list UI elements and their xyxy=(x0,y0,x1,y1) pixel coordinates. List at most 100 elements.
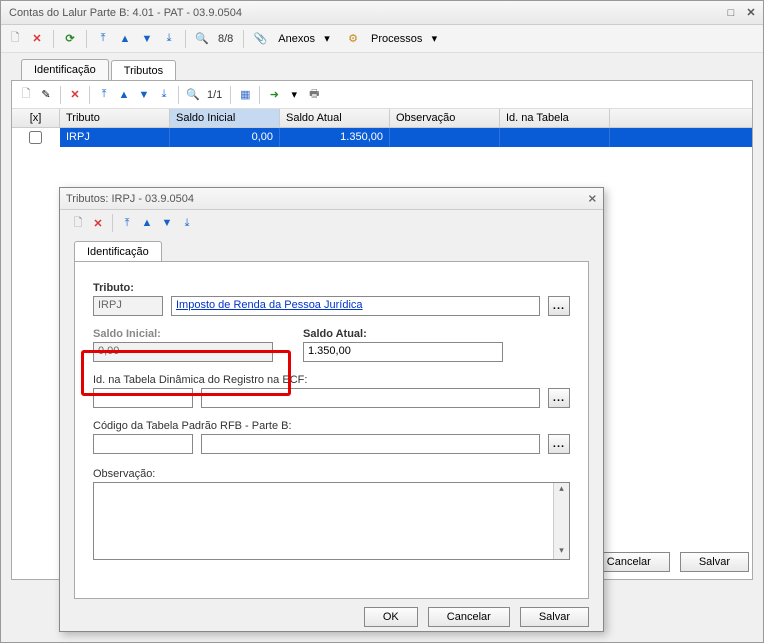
main-tabs: Identificação Tributos xyxy=(1,53,763,80)
saldo-inicial-input: 0,00 xyxy=(93,342,273,362)
prev-row-icon[interactable]: ▲ xyxy=(116,87,132,103)
col-select[interactable]: [x] xyxy=(12,109,60,127)
main-toolbar: 🗋 ✕ ⟳ ⤒ ▲ ▼ ⤓ 🔍 8/8 📎 Anexos ▾ ⚙ Process… xyxy=(1,25,763,53)
find-row-icon[interactable]: 🔍 xyxy=(185,87,201,103)
separator xyxy=(185,30,186,48)
new-icon[interactable]: 🗋 xyxy=(7,31,23,47)
dialog-close-icon[interactable]: ⨯ xyxy=(588,192,597,205)
processos-label: Processos xyxy=(371,33,422,45)
tributos-grid: [x] Tributo Saldo Inicial Saldo Atual Ob… xyxy=(12,109,752,147)
row-checkbox-cell xyxy=(12,128,60,147)
salvar-button[interactable]: Salvar xyxy=(680,552,749,572)
dlg-prev-icon[interactable]: ▲ xyxy=(139,215,155,231)
separator xyxy=(178,86,179,104)
grid-header: [x] Tributo Saldo Inicial Saldo Atual Ob… xyxy=(12,109,752,128)
scroll-up-icon[interactable]: ▴ xyxy=(554,483,569,497)
dlg-tab-identificacao[interactable]: Identificação xyxy=(74,241,162,262)
first-record-icon[interactable]: ⤒ xyxy=(95,31,111,47)
saldo-inicial-label: Saldo Inicial: xyxy=(93,328,273,340)
dialog-title: Tributos: IRPJ - 03.9.0504 xyxy=(66,193,194,205)
col-saldo-atual[interactable]: Saldo Atual xyxy=(280,109,390,127)
tributo-label: Tributo: xyxy=(93,282,570,294)
tributo-desc-link[interactable]: Imposto de Renda da Pessoa Jurídica xyxy=(176,299,363,311)
separator xyxy=(86,30,87,48)
separator xyxy=(259,86,260,104)
observacao-wrap: ▴ ▾ xyxy=(93,482,570,560)
delete-icon[interactable]: ✕ xyxy=(29,31,45,47)
gear-icon: ⚙ xyxy=(345,31,361,47)
tab-tributos[interactable]: Tributos xyxy=(111,60,176,81)
saldo-atual-label: Saldo Atual: xyxy=(303,328,503,340)
col-observacao[interactable]: Observação xyxy=(390,109,500,127)
col-id-tabela[interactable]: Id. na Tabela xyxy=(500,109,610,127)
clip-icon: 📎 xyxy=(252,31,268,47)
last-record-icon[interactable]: ⤓ xyxy=(161,31,177,47)
new-row-icon[interactable]: 🗋 xyxy=(18,87,34,103)
separator xyxy=(53,30,54,48)
print-icon[interactable]: 🖶 xyxy=(306,87,322,103)
grid-options-icon[interactable]: ▦ xyxy=(237,87,253,103)
edit-row-icon[interactable]: ✎ xyxy=(38,87,54,103)
last-row-icon[interactable]: ⤓ xyxy=(156,87,172,103)
id-ecf-desc-input[interactable] xyxy=(201,388,540,408)
close-button[interactable]: ✕ xyxy=(743,6,759,20)
anexos-dropdown[interactable]: Anexos ▾ xyxy=(274,29,339,49)
tributo-lookup-button[interactable]: ... xyxy=(548,296,570,316)
col-saldo-inicial[interactable]: Saldo Inicial xyxy=(170,109,280,127)
row-checkbox[interactable] xyxy=(29,131,42,144)
col-tributo[interactable]: Tributo xyxy=(60,109,170,127)
chevron-down-icon: ▾ xyxy=(426,31,442,47)
main-button-bar: Cancelar Salvar xyxy=(588,552,749,572)
next-row-icon[interactable]: ▼ xyxy=(136,87,152,103)
id-ecf-label: Id. na Tabela Dinâmica do Registro na EC… xyxy=(93,374,570,386)
row-saldo-inicial: 0,00 xyxy=(170,128,280,147)
separator xyxy=(60,86,61,104)
dlg-cancelar-button[interactable]: Cancelar xyxy=(428,607,510,627)
grid-row[interactable]: IRPJ 0,00 1.350,00 xyxy=(12,128,752,147)
codigo-rfb-code-input[interactable] xyxy=(93,434,193,454)
scroll-down-icon[interactable]: ▾ xyxy=(554,545,569,559)
maximize-button[interactable]: □ xyxy=(723,6,739,20)
refresh-icon[interactable]: ⟳ xyxy=(62,31,78,47)
chevron-down-icon[interactable]: ▾ xyxy=(286,87,302,103)
dlg-new-icon[interactable]: 🗋 xyxy=(70,215,86,231)
next-record-icon[interactable]: ▼ xyxy=(139,31,155,47)
first-row-icon[interactable]: ⤒ xyxy=(96,87,112,103)
window-title: Contas do Lalur Parte B: 4.01 - PAT - 03… xyxy=(5,7,723,19)
dlg-salvar-button[interactable]: Salvar xyxy=(520,607,589,627)
prev-record-icon[interactable]: ▲ xyxy=(117,31,133,47)
dialog-tabs: Identificação xyxy=(60,236,603,261)
separator xyxy=(112,214,113,232)
dlg-last-icon[interactable]: ⤓ xyxy=(179,215,195,231)
export-icon[interactable]: ➜ xyxy=(266,87,282,103)
dlg-next-icon[interactable]: ▼ xyxy=(159,215,175,231)
main-window: Contas do Lalur Parte B: 4.01 - PAT - 03… xyxy=(0,0,764,643)
delete-row-icon[interactable]: ✕ xyxy=(67,87,83,103)
dlg-ok-button[interactable]: OK xyxy=(364,607,418,627)
dialog-content: Tributo: IRPJ Imposto de Renda da Pessoa… xyxy=(74,261,589,599)
separator xyxy=(89,86,90,104)
grid-toolbar: 🗋 ✎ ✕ ⤒ ▲ ▼ ⤓ 🔍 1/1 ▦ ➜ ▾ 🖶 xyxy=(12,81,752,109)
id-ecf-code-input[interactable] xyxy=(93,388,193,408)
dlg-first-icon[interactable]: ⤒ xyxy=(119,215,135,231)
tributo-dialog: Tributos: IRPJ - 03.9.0504 ⨯ 🗋 ✕ ⤒ ▲ ▼ ⤓… xyxy=(59,187,604,632)
observacao-scrollbar[interactable]: ▴ ▾ xyxy=(553,483,569,559)
codigo-rfb-lookup-button[interactable]: ... xyxy=(548,434,570,454)
observacao-textarea[interactable] xyxy=(94,483,553,559)
id-ecf-lookup-button[interactable]: ... xyxy=(548,388,570,408)
row-counter: 1/1 xyxy=(205,89,224,101)
saldo-atual-input[interactable]: 1.350,00 xyxy=(303,342,503,362)
tab-identificacao[interactable]: Identificação xyxy=(21,59,109,80)
anexos-label: Anexos xyxy=(278,33,315,45)
dlg-delete-icon[interactable]: ✕ xyxy=(90,215,106,231)
processos-dropdown[interactable]: Processos ▾ xyxy=(367,29,446,49)
dialog-titlebar: Tributos: IRPJ - 03.9.0504 ⨯ xyxy=(60,188,603,210)
find-icon[interactable]: 🔍 xyxy=(194,31,210,47)
codigo-rfb-label: Código da Tabela Padrão RFB - Parte B: xyxy=(93,420,570,432)
row-saldo-atual: 1.350,00 xyxy=(280,128,390,147)
chevron-down-icon: ▾ xyxy=(319,31,335,47)
observacao-label: Observação: xyxy=(93,468,570,480)
codigo-rfb-desc-input[interactable] xyxy=(201,434,540,454)
row-observacao xyxy=(390,128,500,147)
row-tributo: IRPJ xyxy=(60,128,170,147)
